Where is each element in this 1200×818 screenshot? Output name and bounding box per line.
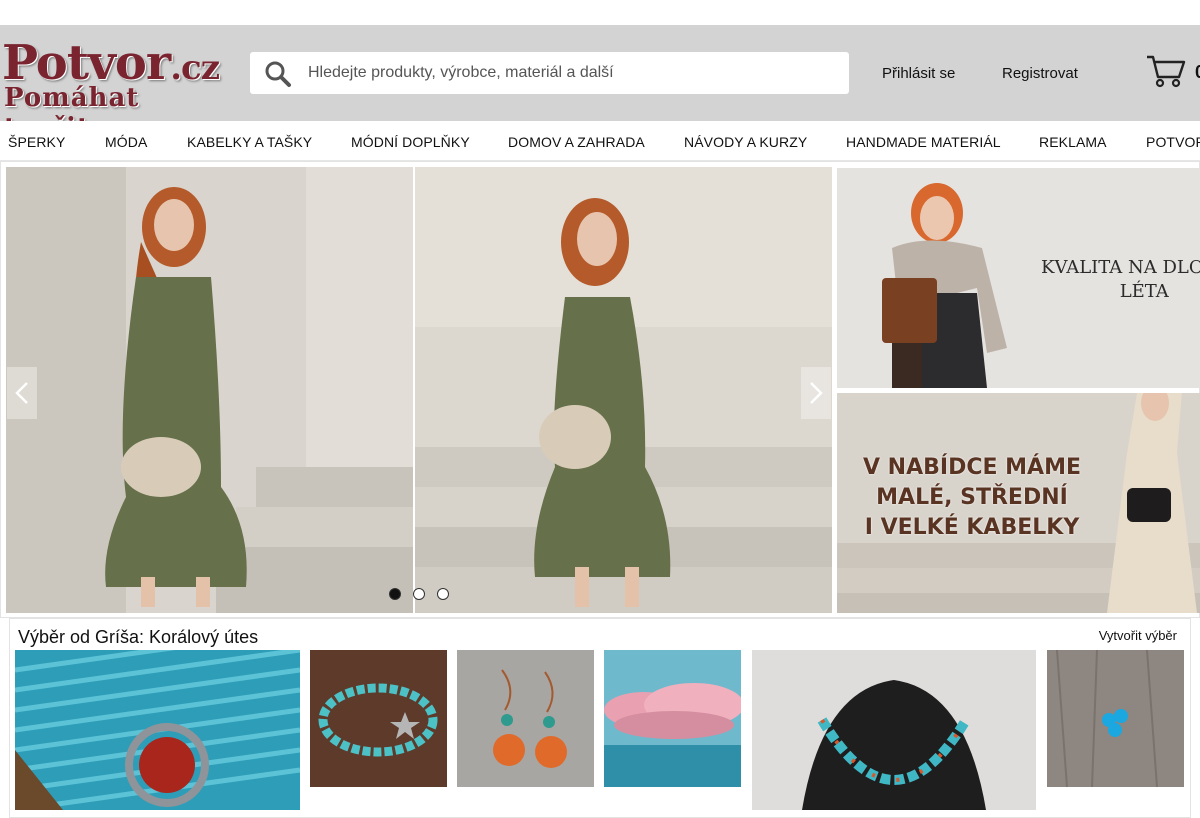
create-selection-link[interactable]: Vytvořit výběr <box>1099 628 1177 643</box>
curated-selection: Výběr od Gríša: Korálový útes Vytvořit v… <box>9 618 1191 818</box>
search-box <box>250 52 849 94</box>
hero-slider[interactable] <box>6 167 832 613</box>
site-header: Potvor.cz Pomáhat tvořit Přihlásit se Re… <box>0 25 1200 143</box>
slider-dot-3[interactable] <box>437 588 449 600</box>
top-strip <box>0 0 1200 25</box>
slide-photo-left[interactable] <box>6 167 413 613</box>
product-tile-necklace[interactable] <box>752 650 1036 810</box>
register-link[interactable]: Registrovat <box>1002 65 1078 82</box>
product-tile-beads[interactable] <box>1047 650 1184 787</box>
promo-text-quality: KVALITA NA DLOUHÁ LÉTA <box>1041 257 1200 302</box>
hero-section: KVALITA NA DLOUHÁ LÉTA V NABÍDCE MÁME MA… <box>0 161 1200 618</box>
login-link[interactable]: Přihlásit se <box>882 65 955 82</box>
logo[interactable]: Potvor.cz Pomáhat tvořit <box>0 35 232 143</box>
product-tile-bracelet[interactable] <box>310 650 447 787</box>
nav-item-sperky[interactable]: ŠPERKY <box>8 134 65 150</box>
nav-item-navody[interactable]: NÁVODY A KURZY <box>684 134 807 150</box>
slider-dots <box>389 588 449 600</box>
product-tile-clouds[interactable] <box>604 650 741 787</box>
main-navigation: ŠPERKY MÓDA KABELKY A TAŠKY MÓDNÍ DOPLŇK… <box>0 121 1200 161</box>
nav-item-reklama[interactable]: REKLAMA <box>1039 134 1107 150</box>
search-input[interactable] <box>308 52 838 94</box>
selection-title: Výběr od Gríša: Korálový útes <box>18 627 259 647</box>
cart-count: 0 <box>1195 62 1200 83</box>
nav-item-domov[interactable]: DOMOV A ZAHRADA <box>508 134 645 150</box>
slide-photo-center[interactable] <box>415 167 832 613</box>
search-icon[interactable] <box>264 60 292 88</box>
slider-prev-button[interactable] <box>7 367 37 419</box>
chevron-left-icon <box>15 382 28 404</box>
nav-item-material[interactable]: HANDMADE MATERIÁL <box>846 134 1001 150</box>
product-tile-earrings[interactable] <box>457 650 594 787</box>
promo-banner-quality[interactable]: KVALITA NA DLOUHÁ LÉTA <box>837 168 1200 388</box>
nav-item-potvor[interactable]: POTVOR <box>1146 134 1200 150</box>
nav-item-doplnky[interactable]: MÓDNÍ DOPLŇKY <box>351 134 470 150</box>
slider-next-button[interactable] <box>801 367 831 419</box>
cart-icon[interactable] <box>1146 54 1186 88</box>
nav-item-kabelky[interactable]: KABELKY A TAŠKY <box>187 134 312 150</box>
promo-text-handbags: V NABÍDCE MÁME MALÉ, STŘEDNÍ I VELKÉ KAB… <box>862 455 1081 540</box>
product-tile-ring[interactable] <box>15 650 300 810</box>
chevron-right-icon <box>810 382 823 404</box>
slider-dot-2[interactable] <box>413 588 425 600</box>
promo-banner-handbags[interactable]: V NABÍDCE MÁME MALÉ, STŘEDNÍ I VELKÉ KAB… <box>837 393 1200 613</box>
nav-item-moda[interactable]: MÓDA <box>105 134 147 150</box>
slider-dot-1[interactable] <box>389 588 401 600</box>
